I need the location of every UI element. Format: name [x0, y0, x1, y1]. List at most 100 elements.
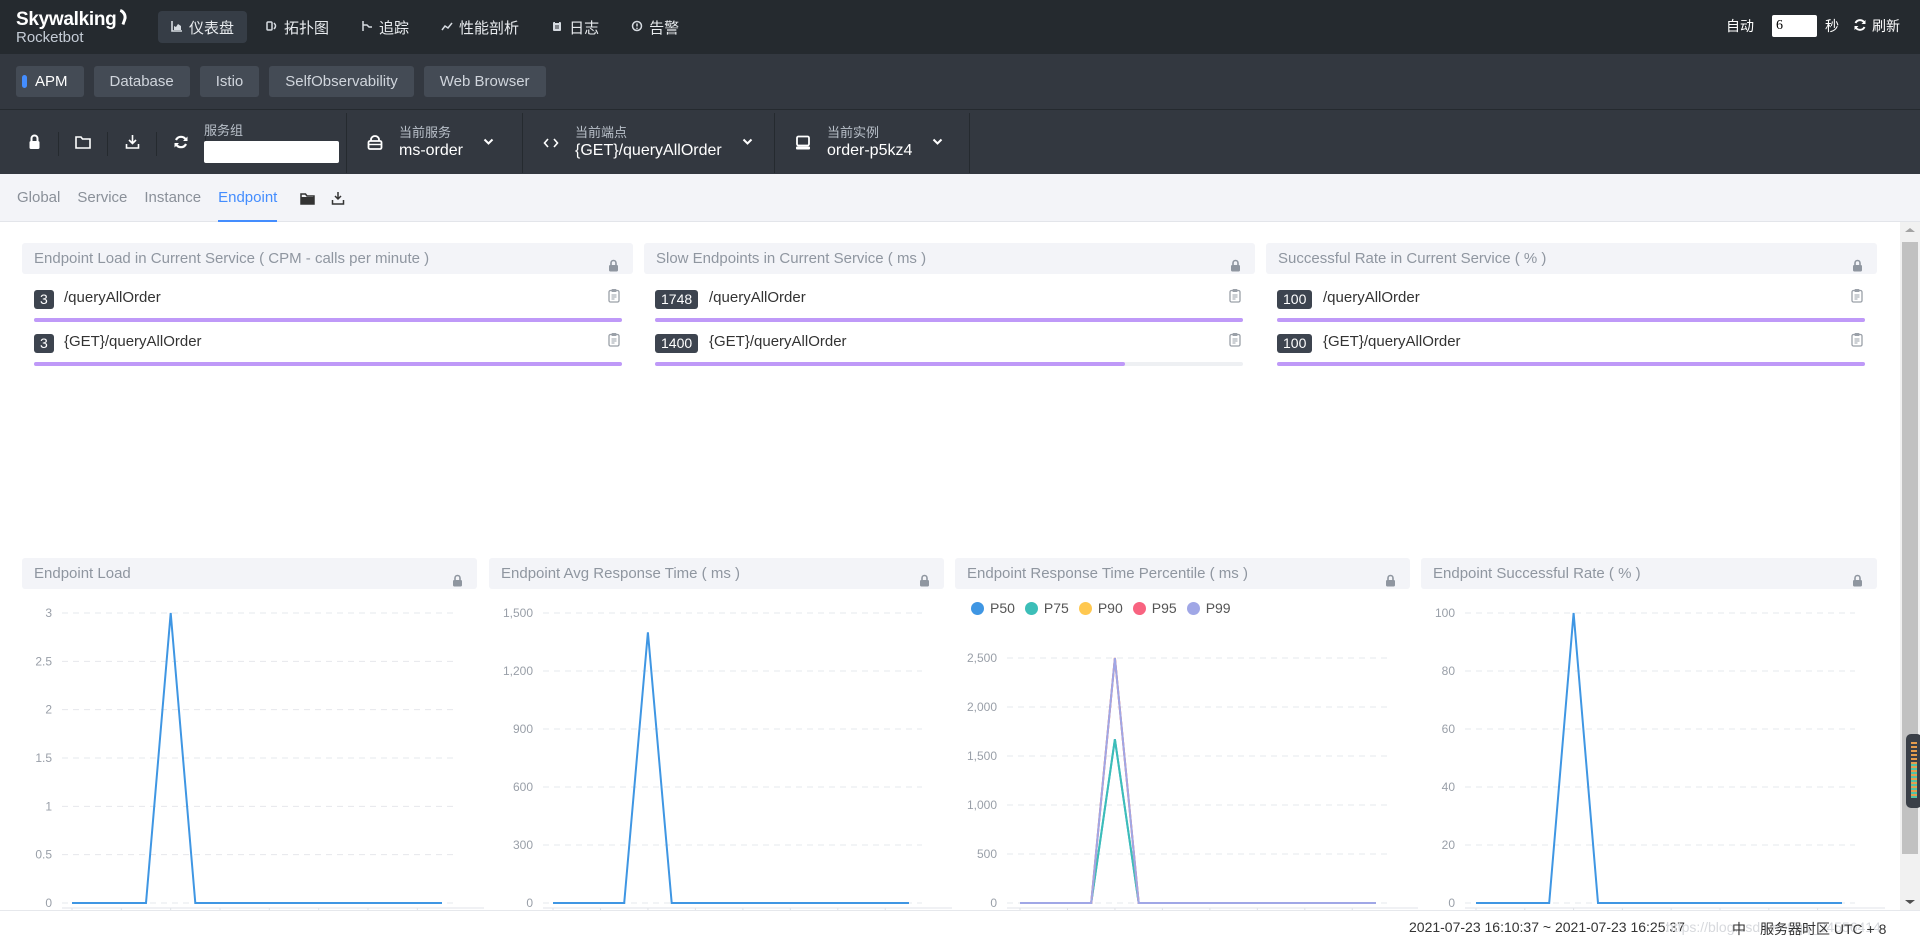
group-selfobservability-label: SelfObservability [285, 73, 398, 90]
selector-toolbar: 服务组 当前服务 ms-order 当前端点 {GET}/queryAllOrder… [0, 109, 1920, 174]
lock-button[interactable] [10, 132, 59, 156]
group-database[interactable]: Database [93, 66, 190, 97]
chevron-down-icon [483, 137, 494, 149]
y-tick-label: 0.5 [35, 848, 52, 862]
dashboard-tabs-bar: Global Service Instance Endpoint [0, 174, 1920, 222]
y-tick-label: 1 [45, 799, 52, 813]
tab-endpoint[interactable]: Endpoint [218, 174, 278, 222]
current-endpoint-value: {GET}/queryAllOrder [575, 141, 722, 159]
y-tick-label: 0 [526, 896, 533, 910]
refresh-label: 刷新 [1872, 18, 1900, 34]
download-icon[interactable] [331, 191, 345, 205]
nav-dashboard-label: 仪表盘 [189, 19, 235, 37]
refresh-icon [1853, 18, 1867, 35]
group-database-label: Database [109, 73, 174, 90]
nav-alarm[interactable]: 告警 [618, 11, 692, 43]
reload-button[interactable] [157, 132, 206, 156]
dashboard-content: Endpoint Load in Current Service ( CPM -… [0, 222, 1900, 910]
seconds-label: 秒 [1825, 18, 1839, 34]
nav-topology-label: 拓扑图 [284, 19, 330, 37]
dashboard-icon [171, 20, 183, 35]
nav-alarm-label: 告警 [649, 19, 680, 37]
tab-global[interactable]: Global [17, 174, 60, 222]
current-service-selector[interactable]: 当前服务 ms-order [346, 113, 522, 173]
lock-icon [28, 134, 41, 155]
group-selfobservability[interactable]: SelfObservability [269, 66, 414, 97]
y-tick-label: 0 [990, 896, 997, 910]
tab-instance[interactable]: Instance [144, 174, 201, 222]
series-line-p75 [1020, 739, 1376, 904]
trace-icon [361, 20, 373, 35]
import-button[interactable] [59, 132, 108, 156]
auto-interval-input[interactable] [1772, 15, 1817, 37]
y-tick-label: 500 [977, 847, 997, 861]
y-tick-label: 2,500 [967, 651, 997, 665]
y-tick-label: 1,000 [967, 798, 997, 812]
floating-widget[interactable] [1906, 734, 1920, 808]
active-indicator [22, 75, 27, 88]
series-line-p99 [1020, 657, 1376, 904]
widget-bars [1911, 764, 1917, 798]
group-web-browser-label: Web Browser [439, 73, 530, 90]
top-navigation-bar: Skywalking Rocketbot 仪表盘 拓扑图 追踪 性能剖析 日志 … [0, 0, 1920, 54]
dashboard-group-bar: APM Database Istio SelfObservability Web… [0, 54, 1920, 109]
chevron-down-icon [932, 137, 943, 149]
code-icon [541, 137, 561, 149]
nav-profile-label: 性能剖析 [459, 19, 520, 37]
instance-icon [793, 135, 813, 151]
time-range[interactable]: 2021-07-23 16:10:37 ~ 2021-07-23 16:25:3… [1409, 919, 1685, 935]
current-endpoint-label: 当前端点 [575, 125, 628, 141]
language-toggle[interactable]: 中 [1732, 919, 1746, 939]
nav-log-label: 日志 [569, 19, 600, 37]
scroll-down-arrow[interactable] [1905, 900, 1915, 904]
group-web-browser[interactable]: Web Browser [423, 66, 546, 97]
auto-refresh-controls: 自动 秒 刷新 [1726, 15, 1900, 37]
nav-trace[interactable]: 追踪 [348, 11, 422, 43]
logo-title: Skywalking [16, 9, 117, 30]
nav-profile[interactable]: 性能剖析 [428, 11, 532, 43]
current-endpoint-selector[interactable]: 当前端点 {GET}/queryAllOrder [522, 113, 774, 173]
reload-icon [173, 134, 189, 155]
current-instance-selector[interactable]: 当前实例 order-p5kz4 [774, 113, 970, 173]
nav-topology[interactable]: 拓扑图 [253, 11, 342, 43]
series-line-p90 [1020, 657, 1376, 904]
group-apm[interactable]: APM [16, 66, 84, 97]
main-nav: 仪表盘 拓扑图 追踪 性能剖析 日志 告警 [158, 11, 692, 43]
service-group-label: 服务组 [204, 123, 244, 138]
y-tick-label: 1,500 [503, 606, 533, 620]
series-line-successful-rate [1476, 612, 1842, 904]
auto-label[interactable]: 自动 [1726, 16, 1754, 36]
y-tick-label: 0 [45, 896, 52, 910]
alarm-icon [631, 20, 643, 35]
y-tick-label: 1,200 [503, 664, 533, 678]
logo-arc-icon [115, 8, 129, 26]
y-tick-label: 2,000 [967, 700, 997, 714]
y-tick-label: 20 [1442, 838, 1456, 852]
scroll-up-arrow[interactable] [1905, 228, 1915, 232]
group-apm-label: APM [35, 73, 68, 90]
logo[interactable]: Skywalking Rocketbot [16, 8, 129, 46]
download-icon [125, 134, 140, 154]
y-tick-label: 2 [45, 703, 52, 717]
folder-icon[interactable] [300, 192, 316, 205]
y-tick-label: 600 [513, 780, 533, 794]
logo-subtitle: Rocketbot [16, 29, 84, 46]
group-istio[interactable]: Istio [199, 66, 260, 97]
nav-dashboard[interactable]: 仪表盘 [158, 11, 248, 43]
y-tick-label: 1.5 [35, 751, 52, 765]
service-icon [365, 135, 385, 151]
series-line-p95 [1020, 657, 1376, 904]
tab-service[interactable]: Service [77, 174, 127, 222]
chart-endpoint-load: 00.511.522.5303006009001,2001,50005001,0… [35, 606, 1885, 910]
current-service-label: 当前服务 [399, 125, 452, 141]
y-tick-label: 2.5 [35, 654, 52, 668]
y-tick-label: 900 [513, 722, 533, 736]
service-group-input[interactable] [204, 141, 339, 163]
series-line-avg-response-time [553, 632, 909, 904]
export-button[interactable] [108, 132, 157, 156]
service-group-field: 服务组 [204, 120, 339, 163]
refresh-button[interactable]: 刷新 [1853, 16, 1900, 36]
nav-log[interactable]: 日志 [538, 11, 612, 43]
profile-icon [441, 20, 453, 35]
y-tick-label: 100 [1435, 606, 1455, 620]
